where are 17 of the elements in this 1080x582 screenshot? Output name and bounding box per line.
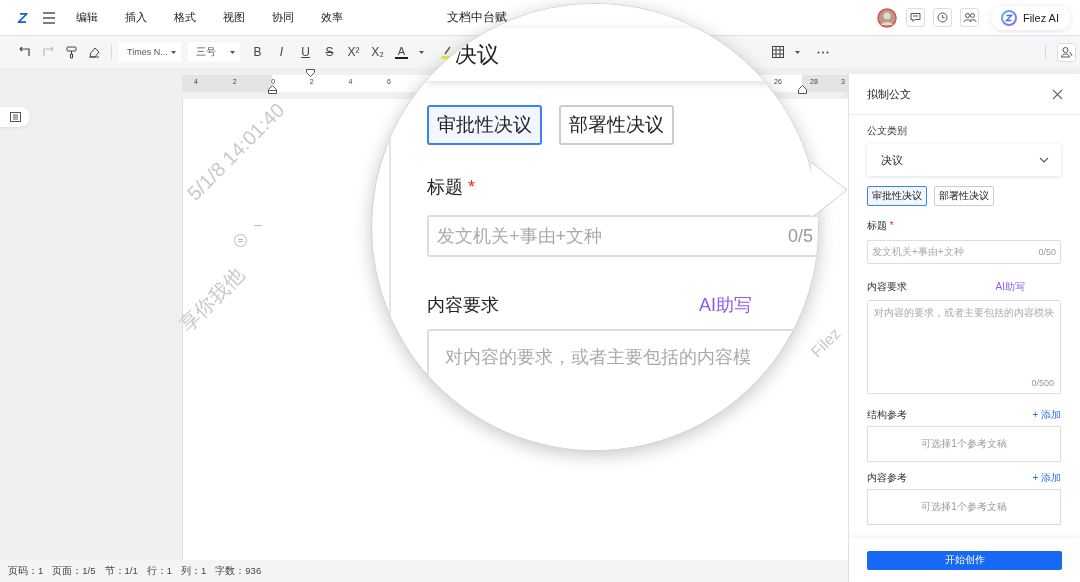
field-label: 标题 * bbox=[427, 176, 476, 200]
field-label: 公文类别 bbox=[867, 125, 907, 137]
document-title: 文档中台赋 bbox=[447, 9, 508, 26]
field-label: 内容要求 bbox=[867, 281, 907, 293]
subtype-option: 审批性决议 bbox=[427, 105, 542, 146]
status-text: 页码：1 bbox=[8, 564, 44, 578]
status-text: 页面：1/5 bbox=[52, 564, 96, 578]
status-text: 行：1 bbox=[146, 564, 173, 578]
field-label: 标题 * bbox=[867, 220, 894, 232]
field-label: 内容参考 bbox=[867, 472, 907, 484]
status-text: 列：1 bbox=[181, 564, 207, 578]
subtype-option: 部署性决议 bbox=[559, 105, 674, 146]
field-label: 内容要求 bbox=[427, 293, 499, 317]
status-text: 节：1/1 bbox=[104, 564, 138, 578]
status-text: 字数：936 bbox=[215, 564, 262, 578]
panel-title: 拟制公文 bbox=[867, 86, 911, 102]
field-label: 结构参考 bbox=[867, 409, 907, 421]
